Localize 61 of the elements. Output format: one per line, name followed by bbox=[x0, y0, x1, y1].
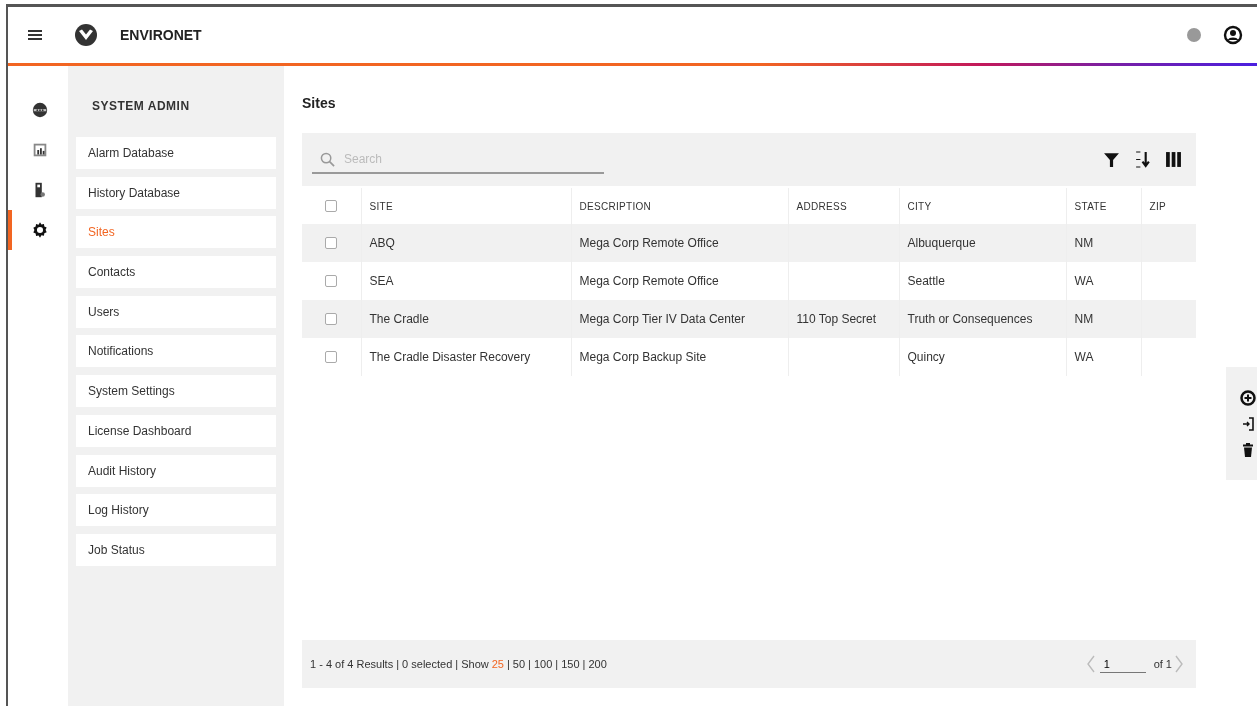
table-cell: Albuquerque bbox=[907, 236, 976, 250]
table-cell: Truth or Consequences bbox=[907, 312, 1033, 326]
sort-icon[interactable] bbox=[1134, 151, 1151, 168]
table-cell: The Cradle bbox=[369, 312, 429, 326]
table-cell: Mega Corp Backup Site bbox=[579, 350, 707, 364]
table-cell: WA bbox=[1074, 274, 1094, 288]
column-header[interactable]: ZIP bbox=[1141, 188, 1196, 224]
checkbox[interactable] bbox=[325, 237, 338, 249]
table-cell: Mega Corp Remote Office bbox=[579, 274, 719, 288]
table-cell: Seattle bbox=[907, 274, 945, 288]
table-cell: SEA bbox=[369, 274, 394, 288]
sidebar-item[interactable]: History Database bbox=[76, 176, 276, 209]
sidebar-title: SYSTEM ADMIN bbox=[92, 99, 191, 115]
table-cell: The Cradle Disaster Recovery bbox=[369, 350, 531, 364]
report-icon bbox=[31, 141, 49, 159]
sidebar-item[interactable]: Job Status bbox=[76, 533, 276, 566]
status-dot-icon bbox=[1187, 28, 1201, 42]
menu-icon bbox=[28, 29, 42, 41]
page-size-link[interactable]: 200 bbox=[588, 658, 607, 670]
app-name: ENVIRONET bbox=[120, 27, 202, 43]
checkbox[interactable] bbox=[325, 313, 338, 325]
checkbox[interactable] bbox=[325, 200, 338, 212]
trash-icon[interactable] bbox=[1240, 441, 1256, 458]
filter-icon[interactable] bbox=[1103, 151, 1120, 168]
table-cell: ABQ bbox=[369, 236, 395, 250]
separator-text: | bbox=[582, 658, 586, 670]
table-cell: Mega Corp Tier IV Data Center bbox=[579, 312, 745, 326]
page-title: Sites bbox=[302, 95, 337, 113]
add-icon[interactable] bbox=[1240, 389, 1256, 406]
separator-text: | bbox=[555, 658, 559, 670]
sidebar-item[interactable]: Log History bbox=[76, 494, 276, 527]
page-size-link[interactable]: 50 bbox=[512, 658, 526, 670]
table-cell: Mega Corp Remote Office bbox=[579, 236, 719, 250]
checkbox[interactable] bbox=[325, 275, 338, 287]
table-cell: 110 Top Secret bbox=[796, 312, 877, 326]
table-cell: NM bbox=[1074, 312, 1094, 326]
import-icon[interactable] bbox=[1240, 415, 1256, 432]
separator-text: | bbox=[507, 658, 510, 670]
search-icon bbox=[320, 151, 335, 167]
sidebar-item[interactable]: Contacts bbox=[76, 256, 276, 289]
page-total: of 1 bbox=[1153, 658, 1172, 670]
globe-icon bbox=[31, 101, 49, 119]
sidebar-item[interactable]: System Settings bbox=[76, 375, 276, 408]
checkbox[interactable] bbox=[325, 351, 338, 363]
gear-icon bbox=[31, 221, 49, 239]
user-icon[interactable] bbox=[1223, 25, 1243, 45]
sidebar-item[interactable]: Alarm Database bbox=[76, 137, 276, 169]
table-cell: Quincy bbox=[907, 350, 945, 364]
sidebar-item[interactable]: Notifications bbox=[76, 335, 276, 368]
table-cell: WA bbox=[1074, 350, 1094, 364]
separator-text: | bbox=[528, 658, 531, 670]
columns-icon[interactable] bbox=[1165, 151, 1182, 168]
logo-icon bbox=[74, 23, 98, 47]
page-size-link[interactable]: 100 bbox=[533, 658, 553, 670]
page-size-link[interactable]: 150 bbox=[561, 658, 580, 670]
table-cell: NM bbox=[1074, 236, 1094, 250]
sidebar-item[interactable]: License Dashboard bbox=[76, 414, 276, 447]
results-summary: 1 - 4 of 4 Results | 0 selected | Show bbox=[310, 658, 489, 670]
sidebar-item[interactable]: Users bbox=[76, 295, 276, 328]
sidebar-item[interactable]: Audit History bbox=[76, 454, 276, 487]
page-input[interactable]: 1 bbox=[1099, 655, 1146, 673]
